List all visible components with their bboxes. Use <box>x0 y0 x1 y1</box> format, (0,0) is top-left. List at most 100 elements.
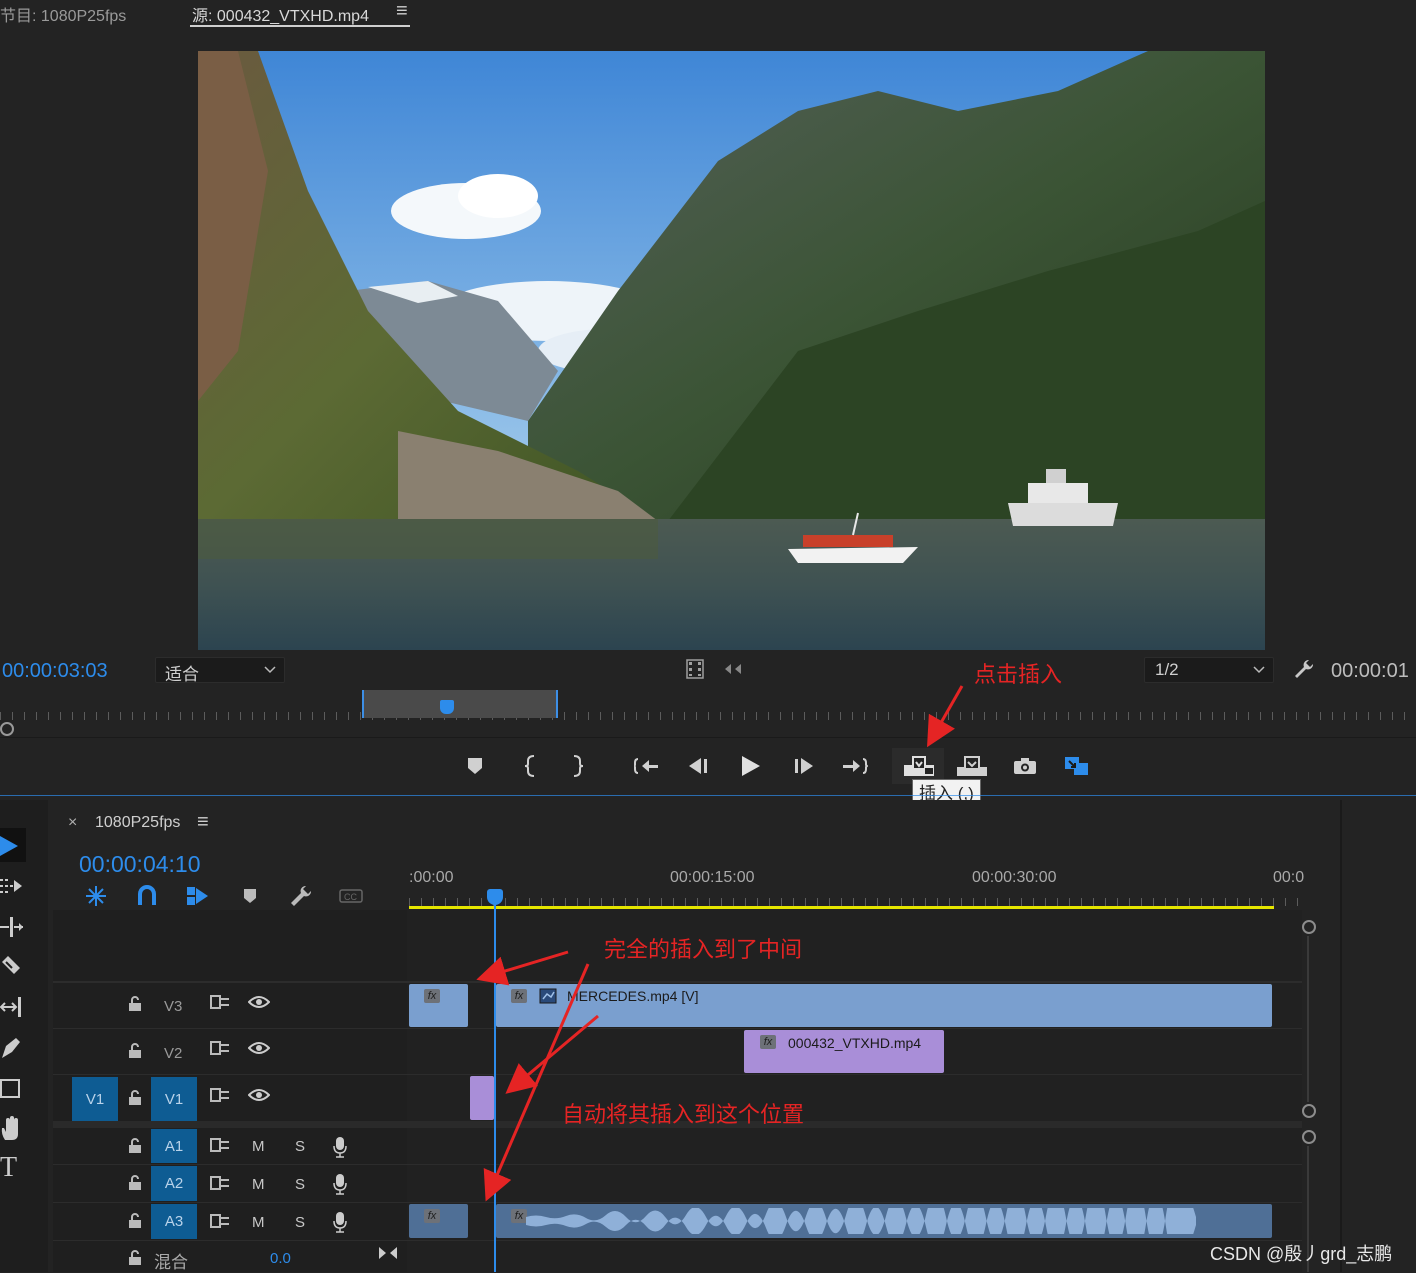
track-lock-icon[interactable] <box>128 1250 142 1266</box>
sync-lock-icon[interactable] <box>210 994 230 1010</box>
razor-tool-icon[interactable] <box>0 956 22 978</box>
mark-in-button[interactable] <box>524 755 538 777</box>
play-button[interactable] <box>740 755 762 777</box>
insert-button[interactable] <box>903 755 935 777</box>
work-area-bar[interactable] <box>409 906 1274 909</box>
rectangle-tool-icon[interactable] <box>0 1078 22 1100</box>
microphone-icon[interactable] <box>332 1173 348 1195</box>
playback-resolution-value: 1/2 <box>1155 660 1179 679</box>
annotation-auto-insert: 自动将其插入到这个位置 <box>562 1102 805 1127</box>
source-patch-v1[interactable]: V1 <box>72 1077 118 1121</box>
track-lock-icon[interactable] <box>128 1175 142 1191</box>
track-label-v3: V3 <box>164 998 183 1015</box>
source-in-out-range[interactable] <box>362 690 558 718</box>
active-tab-underline <box>190 25 410 27</box>
row-separator <box>53 1240 1302 1241</box>
wrench-settings-icon[interactable] <box>1293 658 1315 680</box>
ripple-edit-tool-icon[interactable] <box>0 916 24 938</box>
timeline-ruler[interactable] <box>409 898 1302 906</box>
solo-button[interactable]: S <box>295 1176 305 1193</box>
close-sequence-tab-icon[interactable]: × <box>68 814 77 832</box>
track-lock-icon[interactable] <box>128 996 142 1012</box>
sequence-panel-menu-icon[interactable]: ≡ <box>197 811 209 834</box>
panel-focus-border <box>0 795 1416 796</box>
v3-clip-mercedes[interactable]: fx MERCEDES.mp4 [V] <box>496 984 1272 1027</box>
mute-button[interactable]: M <box>252 1176 265 1193</box>
eye-visibility-icon[interactable] <box>248 995 270 1009</box>
track-select-tool-icon[interactable] <box>0 876 24 896</box>
track-target-v1[interactable]: V1 <box>151 1077 197 1121</box>
timeline-timecode[interactable]: 00:00:04:10 <box>79 851 201 878</box>
nest-toggle-icon[interactable] <box>85 885 107 907</box>
sync-lock-icon[interactable] <box>210 1175 230 1191</box>
button-editor-icon[interactable] <box>1064 754 1090 778</box>
track-lock-icon[interactable] <box>128 1138 142 1154</box>
timeline-settings-wrench-icon[interactable] <box>289 884 313 908</box>
track-target-a1[interactable]: A1 <box>151 1129 197 1163</box>
solo-button[interactable]: S <box>295 1214 305 1231</box>
add-marker-button[interactable] <box>467 757 483 775</box>
a3-audio-clip-mercedes[interactable]: fx <box>496 1204 1272 1238</box>
playback-resolution-dropdown[interactable]: 1/2 <box>1144 657 1274 683</box>
tab-source-monitor[interactable]: 源: 000432_VTXHD.mp4 <box>192 2 369 26</box>
source-time-ruler[interactable] <box>0 712 1416 720</box>
go-to-in-button[interactable] <box>634 756 660 776</box>
track-target-a3[interactable]: A3 <box>151 1204 197 1239</box>
source-current-timecode[interactable]: 00:00:03:03 <box>2 660 108 683</box>
track-lock-icon[interactable] <box>128 1090 142 1106</box>
source-zoom-handle[interactable] <box>0 722 14 736</box>
timeline-playhead-handle[interactable] <box>487 889 503 905</box>
svg-text:CC: CC <box>344 892 357 902</box>
mix-volume-value[interactable]: 0.0 <box>270 1250 291 1267</box>
source-playhead[interactable] <box>440 700 454 714</box>
go-to-end-icon[interactable] <box>378 1246 398 1260</box>
captions-icon[interactable]: CC <box>339 889 363 903</box>
drag-audio-only-icon[interactable] <box>723 662 745 676</box>
type-tool-icon[interactable]: T <box>0 1152 17 1184</box>
linked-clip-icon <box>539 988 557 1004</box>
sync-lock-icon[interactable] <box>210 1040 230 1056</box>
solo-button[interactable]: S <box>295 1138 305 1155</box>
export-frame-camera-icon[interactable] <box>1013 757 1037 775</box>
track-lock-icon[interactable] <box>128 1043 142 1059</box>
v3-clip-a[interactable]: fx <box>409 984 468 1027</box>
eye-visibility-icon[interactable] <box>248 1041 270 1055</box>
go-to-out-button[interactable] <box>842 756 868 776</box>
hand-tool-icon[interactable] <box>0 1116 22 1142</box>
fx-badge: fx <box>424 1209 440 1223</box>
mute-button[interactable]: M <box>252 1138 265 1155</box>
pen-tool-icon[interactable] <box>0 1036 22 1060</box>
v2-clip-vtxhd[interactable]: fx 000432_VTXHD.mp4 <box>744 1030 944 1073</box>
scroll-handle-video-bottom[interactable] <box>1302 1104 1316 1118</box>
selection-tool-icon[interactable] <box>0 834 20 858</box>
step-forward-button[interactable] <box>793 757 815 775</box>
mute-button[interactable]: M <box>252 1214 265 1231</box>
microphone-icon[interactable] <box>332 1136 348 1158</box>
snap-magnet-icon[interactable] <box>137 885 157 907</box>
track-lock-icon[interactable] <box>128 1213 142 1229</box>
ruler-time-0: :00:00 <box>409 869 454 886</box>
slip-tool-icon[interactable] <box>0 996 24 1018</box>
source-panel-menu-icon[interactable]: ≡ <box>396 0 408 23</box>
sync-lock-icon[interactable] <box>210 1213 230 1229</box>
row-separator <box>53 981 1302 983</box>
tab-program-monitor[interactable]: 节目: 1080P25fps <box>0 2 126 26</box>
fit-zoom-dropdown[interactable]: 适合 <box>155 657 285 684</box>
microphone-icon[interactable] <box>332 1211 348 1233</box>
eye-visibility-icon[interactable] <box>248 1088 270 1102</box>
drag-video-only-icon[interactable] <box>686 659 704 679</box>
track-target-a2[interactable]: A2 <box>151 1166 197 1201</box>
video-scrollbar[interactable] <box>1307 936 1309 1102</box>
sequence-tab-name[interactable]: 1080P25fps <box>95 814 180 832</box>
v1-inserted-clip[interactable] <box>470 1076 494 1120</box>
scroll-handle-top[interactable] <box>1302 920 1316 934</box>
step-back-button[interactable] <box>687 757 709 775</box>
overwrite-button[interactable] <box>956 755 988 777</box>
linked-selection-icon[interactable] <box>186 885 210 907</box>
mark-out-button[interactable] <box>572 755 586 777</box>
add-marker-icon[interactable] <box>243 888 257 904</box>
sync-lock-icon[interactable] <box>210 1137 230 1153</box>
a3-audio-clip-a[interactable]: fx <box>409 1204 468 1238</box>
sync-lock-icon[interactable] <box>210 1087 230 1103</box>
scroll-handle-audio-top[interactable] <box>1302 1130 1316 1144</box>
